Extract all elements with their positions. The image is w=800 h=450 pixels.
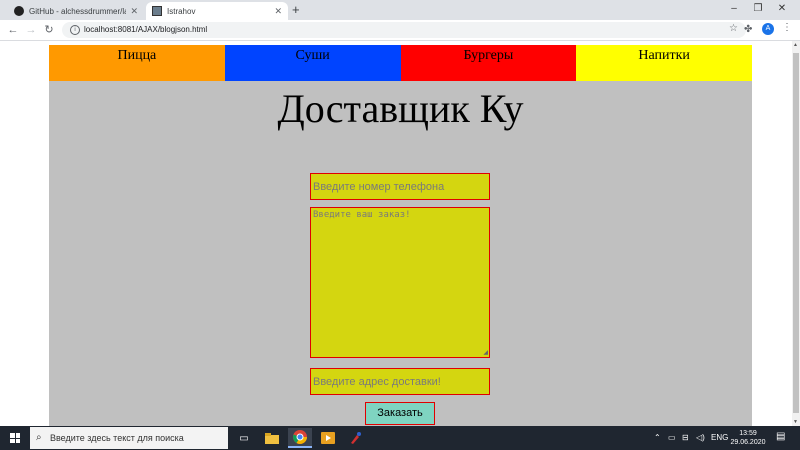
tray-chevron-up-icon[interactable]: ⌃ — [654, 426, 661, 450]
browser-tab-bar: GitHub - alchessdrummer/lab1 ✕ Istrahov … — [0, 0, 800, 20]
close-tab-icon[interactable]: ✕ — [130, 6, 138, 17]
start-button[interactable] — [0, 426, 30, 450]
media-player-icon[interactable] — [316, 428, 340, 448]
tab-title: Istrahov — [167, 6, 196, 16]
page-icon — [152, 6, 162, 16]
scrollbar-thumb[interactable] — [793, 53, 799, 413]
new-tab-button[interactable]: + — [292, 2, 300, 18]
address-bar[interactable]: i localhost:8081/AJAX/blogjson.html ☆ — [62, 22, 746, 38]
file-explorer-icon[interactable] — [260, 428, 284, 448]
menu-item-burgers[interactable]: Бургеры — [400, 45, 577, 81]
tab-github[interactable]: GitHub - alchessdrummer/lab1 ✕ — [8, 2, 144, 20]
phone-field — [310, 173, 490, 200]
restore-button[interactable]: ❐ — [748, 2, 768, 16]
system-clock[interactable]: 13:59 29.06.2020 — [726, 429, 770, 447]
clock-date: 29.06.2020 — [730, 439, 766, 446]
network-icon[interactable]: ⊟ — [682, 426, 689, 450]
tab-title: GitHub - alchessdrummer/lab1 — [29, 6, 127, 16]
volume-icon[interactable]: ◁) — [696, 426, 705, 450]
taskbar-search-placeholder: Введите здесь текст для поиска — [50, 433, 184, 443]
github-icon — [14, 6, 24, 16]
taskbar-search-box[interactable]: ⌕ Введите здесь текст для поиска — [30, 427, 228, 449]
reload-icon[interactable]: ↻ — [42, 23, 56, 37]
menu-item-pizza[interactable]: Пицца — [49, 45, 225, 81]
page-scrollbar[interactable]: ▲ ▼ — [792, 41, 800, 426]
order-submit-button[interactable]: Заказать — [365, 402, 435, 425]
forward-arrow-icon[interactable]: → — [24, 23, 38, 37]
extensions-puzzle-icon[interactable]: ✤ — [744, 24, 752, 35]
browser-toolbar: ← → ↻ i localhost:8081/AJAX/blogjson.htm… — [0, 20, 800, 41]
menu-item-drinks[interactable]: Напитки — [576, 45, 752, 81]
page-title: Доставщик Ку — [277, 86, 524, 131]
battery-icon[interactable]: ▭ — [668, 426, 676, 450]
scroll-down-icon[interactable]: ▼ — [793, 419, 798, 425]
resize-handle-icon[interactable]: ◢ — [483, 349, 488, 356]
tab-istrahov[interactable]: Istrahov ✕ — [146, 2, 288, 20]
category-menu: Пицца Суши Бургеры Напитки — [49, 45, 752, 81]
close-tab-icon[interactable]: ✕ — [274, 6, 282, 17]
task-view-icon[interactable]: ▭ — [232, 428, 256, 448]
back-arrow-icon[interactable]: ← — [6, 23, 20, 37]
chrome-icon[interactable] — [288, 428, 312, 448]
bookmark-star-icon[interactable]: ☆ — [729, 23, 738, 34]
info-icon[interactable]: i — [70, 25, 80, 35]
menu-item-sushi[interactable]: Суши — [224, 45, 401, 81]
page-viewport: Пицца Суши Бургеры Напитки Доставщик Ку … — [0, 41, 792, 426]
menu-kebab-icon[interactable]: ⋮ — [782, 22, 792, 33]
address-field — [310, 368, 490, 395]
scroll-up-icon[interactable]: ▲ — [793, 42, 798, 48]
order-textarea[interactable] — [311, 208, 489, 357]
windows-logo-icon — [10, 433, 20, 443]
search-icon: ⌕ — [36, 432, 42, 443]
windows-taskbar: ⌕ Введите здесь текст для поиска ▭ ⌃ ▭ ⊟… — [0, 426, 800, 450]
notifications-icon[interactable]: ▤ — [776, 431, 788, 443]
profile-avatar[interactable]: A — [762, 23, 774, 35]
page-container: Пицца Суши Бургеры Напитки Доставщик Ку … — [49, 45, 752, 426]
clock-time: 13:59 — [739, 430, 757, 437]
address-input[interactable] — [311, 369, 489, 394]
phone-input[interactable] — [311, 174, 489, 199]
paint-app-icon[interactable] — [344, 428, 368, 448]
order-field: ◢ — [310, 207, 490, 358]
url-text[interactable]: localhost:8081/AJAX/blogjson.html — [84, 24, 207, 36]
close-window-button[interactable]: ✕ — [772, 2, 792, 16]
minimize-button[interactable]: – — [724, 2, 744, 16]
